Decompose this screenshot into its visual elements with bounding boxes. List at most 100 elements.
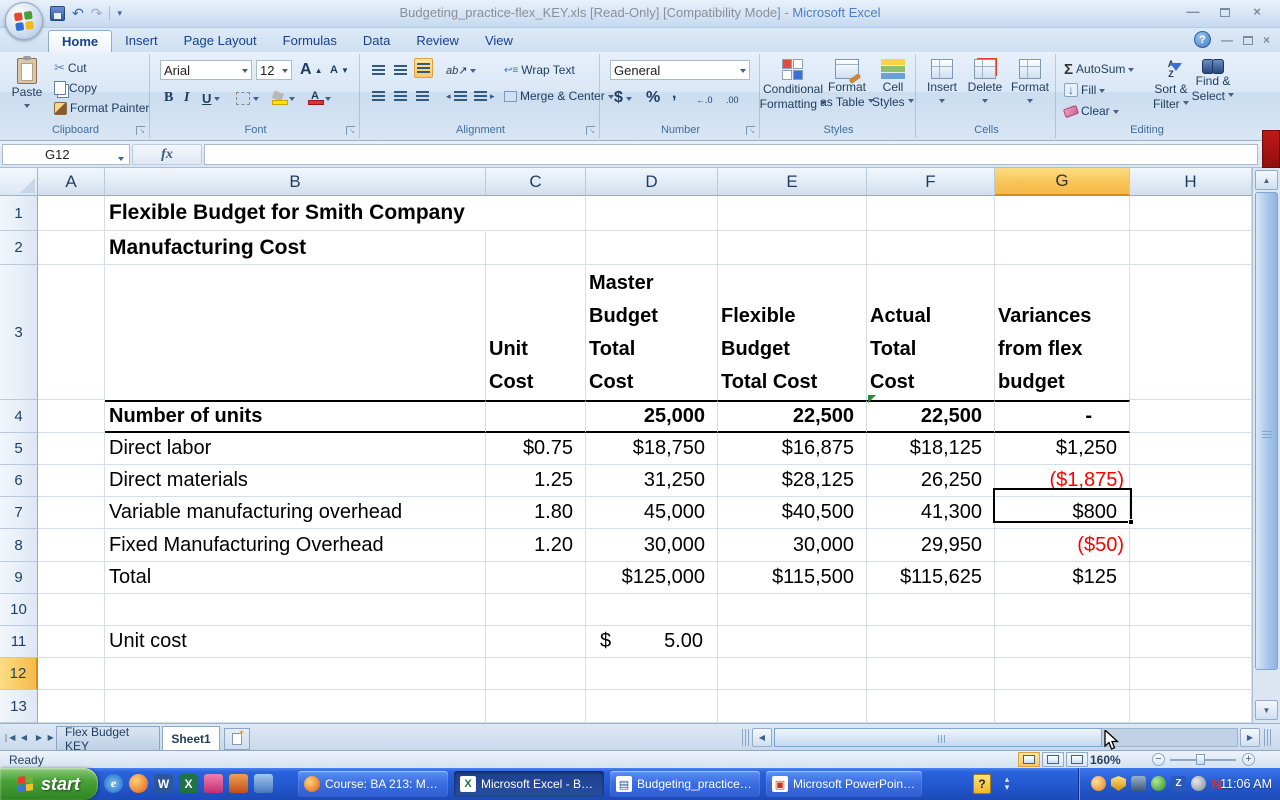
cell-D5[interactable]: $18,750 [586,433,718,465]
cell[interactable] [1130,690,1252,723]
format-as-table-button[interactable]: Format as Table [820,59,874,109]
cell-C7[interactable]: 1.80 [486,497,586,529]
cell[interactable] [995,690,1130,723]
cell[interactable] [995,196,1130,231]
cell[interactable] [867,594,995,626]
cell-B3[interactable] [105,265,486,400]
horizontal-scroll-thumb[interactable] [774,728,1102,747]
row-header-7[interactable]: 7 [0,497,38,529]
tab-insert[interactable]: Insert [112,30,171,52]
shield-icon[interactable] [1111,776,1126,791]
alignment-dialog-launcher-icon[interactable]: ↘ [586,126,595,135]
cell-E7[interactable]: $40,500 [718,497,867,529]
cell-G3[interactable]: Variances from flex budget [995,265,1130,400]
cell-B6[interactable]: Direct materials [105,465,486,497]
cell-C6[interactable]: 1.25 [486,465,586,497]
cell[interactable] [38,497,105,529]
row-header-11[interactable]: 11 [0,626,38,658]
row-header-9[interactable]: 9 [0,562,38,594]
format-painter-button[interactable]: Format Painter [52,98,151,118]
cell[interactable] [718,690,867,723]
fill-color-button[interactable] [270,88,297,108]
cell-D3[interactable]: Master Budget Total Cost [586,265,718,400]
cell-B9[interactable]: Total [105,562,486,594]
cell-F6[interactable]: 26,250 [867,465,995,497]
cell[interactable] [38,562,105,594]
cell-B1[interactable]: Flexible Budget for Smith Company [105,196,486,231]
italic-button[interactable]: I [182,88,191,108]
insert-cells-button[interactable]: Insert [922,59,962,106]
task-powerpoint[interactable]: ▣ Microsoft PowerPoint ... [766,771,922,797]
zoom-level[interactable]: 160% [1090,753,1121,767]
row-header-3[interactable]: 3 [0,265,38,400]
cell-B5[interactable]: Direct labor [105,433,486,465]
col-header-E[interactable]: E [718,168,867,196]
close-button[interactable]: × [1248,4,1266,19]
cell[interactable] [38,265,105,400]
align-middle-button[interactable] [392,60,409,80]
cell[interactable] [486,231,586,265]
cell-F3[interactable]: Actual Total Cost [867,265,995,400]
cell[interactable] [1130,562,1252,594]
selected-cell-outline[interactable] [993,488,1134,525]
cell-D7[interactable]: 45,000 [586,497,718,529]
workbook-close-button[interactable]: × [1263,33,1270,47]
percent-style-button[interactable]: % [644,88,662,108]
col-header-H[interactable]: H [1130,168,1252,196]
fill-button[interactable]: ↓ Fill [1062,80,1107,100]
cell[interactable] [38,626,105,658]
cell-D11[interactable]: $5.00 [586,626,718,658]
cell-G8[interactable]: ($50) [995,529,1130,562]
select-all-corner[interactable] [0,168,38,196]
help-icon[interactable]: ? [1193,31,1211,48]
cell[interactable] [718,196,867,231]
align-center-button[interactable] [392,86,409,106]
workbook-minimize-button[interactable]: — [1221,33,1233,47]
cell-B4[interactable]: Number of units [105,400,486,433]
row-header-6[interactable]: 6 [0,465,38,497]
comma-style-button[interactable]: , [670,84,678,104]
cell-D4[interactable]: 25,000 [586,400,718,433]
scroll-left-icon[interactable]: ◀ [752,728,772,747]
cell[interactable] [38,529,105,562]
tab-home[interactable]: Home [48,30,113,52]
firefox-icon[interactable] [129,774,148,793]
cell-F9[interactable]: $115,625 [867,562,995,594]
underline-button[interactable]: U [200,88,222,108]
name-box[interactable]: G12 [2,144,130,165]
col-header-G[interactable]: G [995,168,1130,196]
scroll-up-icon[interactable]: ▲ [1255,170,1278,190]
col-header-C[interactable]: C [486,168,586,196]
cell[interactable] [1130,626,1252,658]
cell[interactable] [486,626,586,658]
cell-G5[interactable]: $1,250 [995,433,1130,465]
fill-handle[interactable] [1128,519,1134,525]
cell[interactable] [486,690,586,723]
cell[interactable] [105,690,486,723]
zoom-out-icon[interactable]: − [1152,753,1165,766]
task-budgeting-doc[interactable]: ▤ Budgeting_practice-fl... [610,771,760,797]
cell-G9[interactable]: $125 [995,562,1130,594]
page-break-view-icon[interactable] [1066,752,1088,767]
cell[interactable] [995,231,1130,265]
cell[interactable] [586,594,718,626]
row-header-10[interactable]: 10 [0,594,38,626]
cell[interactable] [1130,400,1252,433]
formula-input[interactable] [204,144,1258,165]
clear-button[interactable]: Clear [1062,101,1121,121]
cell[interactable] [718,231,867,265]
tab-page-layout[interactable]: Page Layout [171,30,270,52]
cell-C9[interactable] [486,562,586,594]
font-dialog-launcher-icon[interactable]: ↘ [346,126,355,135]
cell[interactable] [586,658,718,690]
tab-split-handle[interactable] [742,729,750,746]
cell-B2[interactable]: Manufacturing Cost [105,231,486,265]
taskbar-help-icon[interactable]: ? [973,774,991,794]
align-right-button[interactable] [414,86,431,106]
scrollbar-resize-handle[interactable] [1264,729,1272,746]
cell[interactable] [38,658,105,690]
cell-E4[interactable]: 22,500 [718,400,867,433]
cell[interactable] [718,626,867,658]
cell[interactable] [105,594,486,626]
font-size-combo[interactable]: 12 [256,60,292,80]
